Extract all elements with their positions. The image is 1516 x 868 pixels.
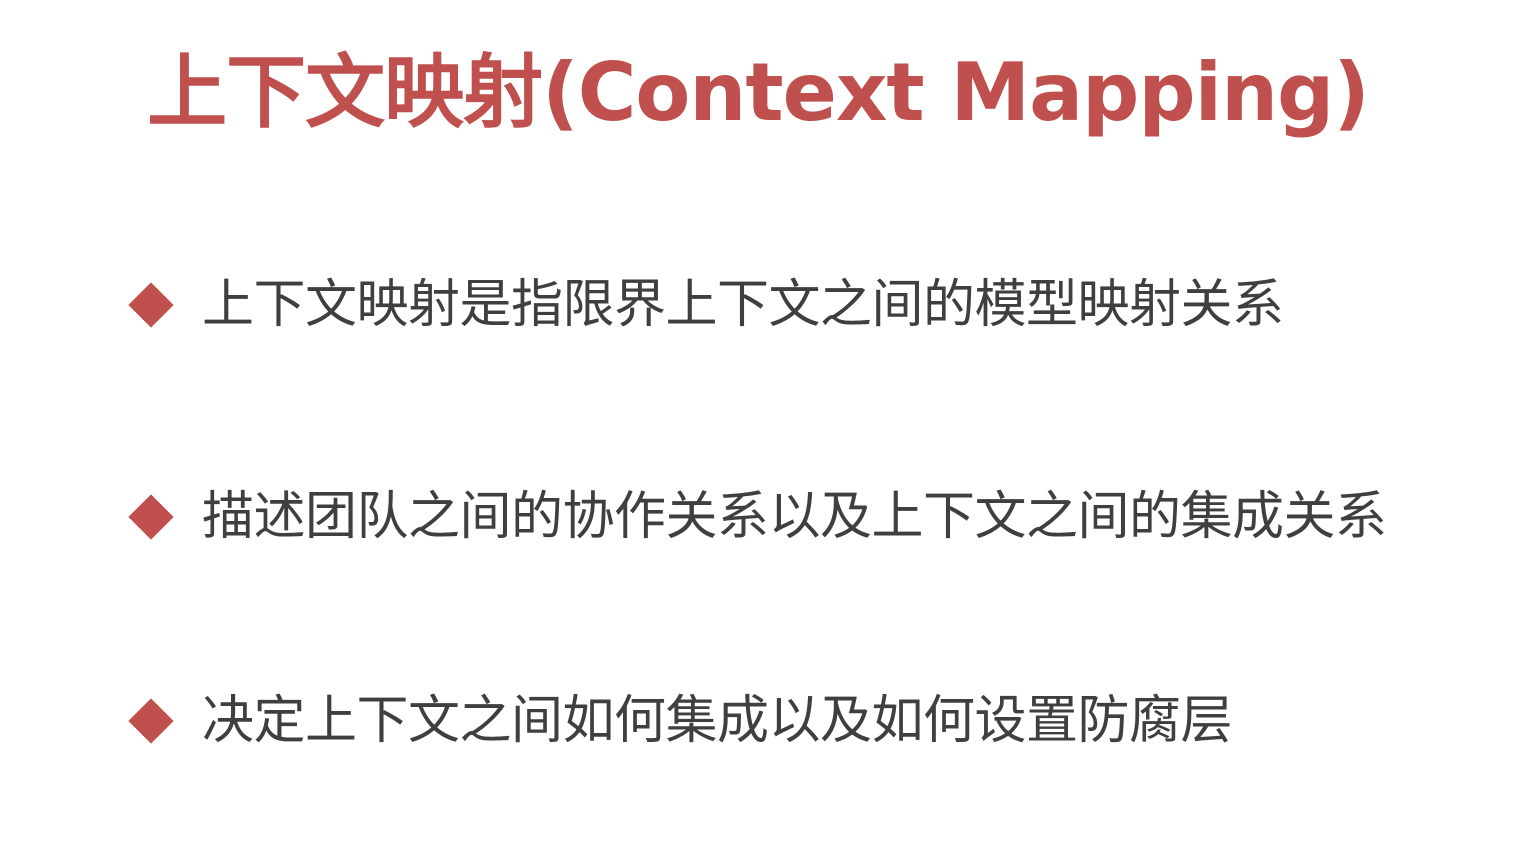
diamond-icon xyxy=(128,282,174,328)
bullet-item: 描述团队之间的协作关系以及上下文之间的集成关系 xyxy=(126,482,1387,552)
bullet-text: 上下文映射是指限界上下文之间的模型映射关系 xyxy=(202,275,1284,335)
bullet-list: 上下文映射是指限界上下文之间的模型映射关系 描述团队之间的协作关系以及上下文之间… xyxy=(126,0,1506,868)
bullet-item: 上下文映射是指限界上下文之间的模型映射关系 xyxy=(126,270,1284,340)
bullet-text: 决定上下文之间如何集成以及如何设置防腐层 xyxy=(202,691,1233,751)
bullet-text: 描述团队之间的协作关系以及上下文之间的集成关系 xyxy=(202,487,1387,547)
slide: 上下文映射(Context Mapping) 上下文映射是指限界上下文之间的模型… xyxy=(0,0,1516,868)
diamond-icon xyxy=(128,494,174,540)
bullet-item: 决定上下文之间如何集成以及如何设置防腐层 xyxy=(126,686,1233,756)
diamond-icon xyxy=(128,698,174,744)
